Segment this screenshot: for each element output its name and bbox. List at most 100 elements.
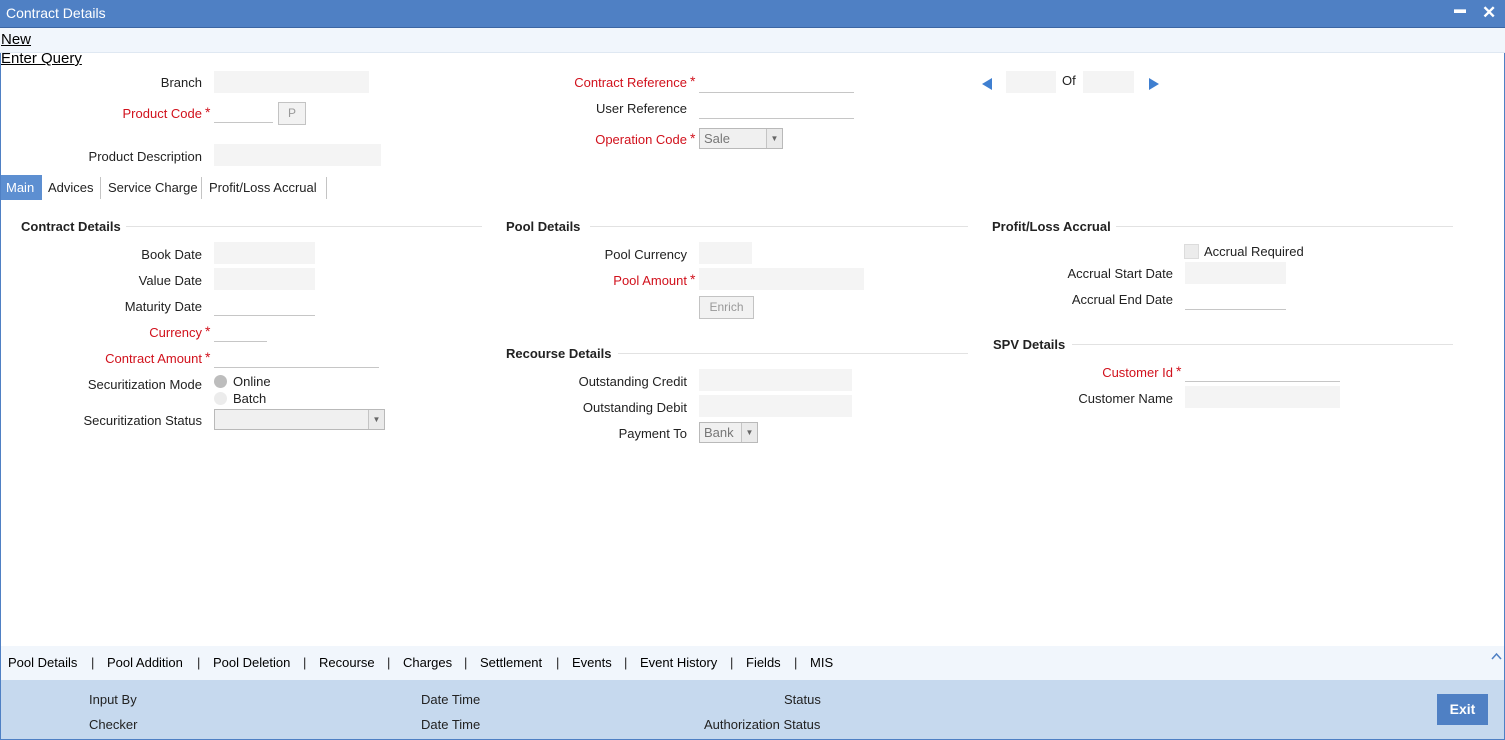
required-marker: * xyxy=(690,130,696,146)
branch-input[interactable] xyxy=(214,71,369,93)
operation-code-value: Sale xyxy=(704,131,731,146)
payment-to-select[interactable]: Bank ▼ xyxy=(699,422,758,443)
minimize-icon[interactable]: ▬ xyxy=(1454,2,1466,16)
event-history-link[interactable]: Event History xyxy=(640,655,717,670)
window-title-bar: Contract Details ▬ ✕ xyxy=(0,0,1505,28)
link-separator: | xyxy=(303,655,307,670)
customer-id-label: Customer Id xyxy=(1102,365,1173,380)
section-divider xyxy=(590,226,968,227)
subsystem-bar: Pool Details | Pool Addition | Pool Dele… xyxy=(1,646,1504,680)
link-separator: | xyxy=(197,655,201,670)
section-divider xyxy=(618,353,968,354)
customer-id-input[interactable] xyxy=(1185,360,1340,382)
pool-currency-input[interactable] xyxy=(699,242,752,264)
link-separator: | xyxy=(794,655,798,670)
accrual-required-checkbox[interactable] xyxy=(1184,244,1199,259)
outstanding-debit-input[interactable] xyxy=(699,395,852,417)
book-date-input[interactable] xyxy=(214,242,315,264)
enrich-button[interactable]: Enrich xyxy=(699,296,754,319)
batch-label: Batch xyxy=(233,391,267,406)
checker-label: Checker xyxy=(89,717,138,732)
tab-profit-loss-accrual[interactable]: Profit/Loss Accrual xyxy=(209,175,317,200)
mis-link[interactable]: MIS xyxy=(810,655,833,670)
payment-to-label: Payment To xyxy=(618,426,687,441)
link-separator: | xyxy=(556,655,560,670)
payment-to-value: Bank xyxy=(704,425,734,440)
required-marker: * xyxy=(205,323,211,339)
next-record-icon[interactable] xyxy=(1148,77,1160,91)
tab-advices[interactable]: Advices xyxy=(48,175,94,200)
settlement-link[interactable]: Settlement xyxy=(480,655,542,670)
maturity-date-input[interactable] xyxy=(214,294,315,316)
tab-main[interactable]: Main xyxy=(1,175,42,200)
outstanding-credit-label: Outstanding Credit xyxy=(578,374,687,389)
contract-reference-input[interactable] xyxy=(699,71,854,93)
accrual-start-date-label: Accrual Start Date xyxy=(1067,266,1174,281)
date-time-label: Date Time xyxy=(421,692,481,707)
securitization-mode-label: Securitization Mode xyxy=(87,377,202,392)
securitization-status-label: Securitization Status xyxy=(83,413,202,428)
section-divider xyxy=(126,226,482,227)
pool-deletion-link[interactable]: Pool Deletion xyxy=(213,655,290,670)
outstanding-credit-input[interactable] xyxy=(699,369,852,391)
pool-details-link[interactable]: Pool Details xyxy=(8,655,77,670)
link-separator: | xyxy=(91,655,95,670)
required-marker: * xyxy=(205,104,211,120)
book-date-label: Book Date xyxy=(141,247,202,262)
user-reference-input[interactable] xyxy=(699,97,854,119)
pool-amount-input[interactable] xyxy=(699,268,864,290)
customer-name-input[interactable] xyxy=(1185,386,1340,408)
product-code-label: Product Code xyxy=(122,106,203,121)
required-marker: * xyxy=(1176,363,1182,379)
section-divider xyxy=(1116,226,1453,227)
operation-code-select[interactable]: Sale ▼ xyxy=(699,128,783,149)
value-date-label: Value Date xyxy=(138,273,202,288)
events-link[interactable]: Events xyxy=(572,655,612,670)
securitization-status-select[interactable]: ▼ xyxy=(214,409,385,430)
required-marker: * xyxy=(690,73,696,89)
chevron-down-icon: ▼ xyxy=(368,410,384,429)
of-label: Of xyxy=(1062,73,1076,88)
contract-amount-input[interactable] xyxy=(214,346,379,368)
user-reference-label: User Reference xyxy=(595,101,687,116)
accrual-end-date-input[interactable] xyxy=(1185,288,1286,310)
value-date-input[interactable] xyxy=(214,268,315,290)
product-lookup-button[interactable]: P xyxy=(278,102,306,125)
pool-currency-label: Pool Currency xyxy=(604,247,687,262)
recourse-link[interactable]: Recourse xyxy=(319,655,375,670)
link-separator: | xyxy=(464,655,468,670)
batch-radio[interactable] xyxy=(214,392,227,405)
spv-details-heading: SPV Details xyxy=(993,337,1066,352)
chevron-down-icon: ▼ xyxy=(766,129,782,148)
close-icon[interactable]: ✕ xyxy=(1482,3,1496,23)
accrual-start-date-input[interactable] xyxy=(1185,262,1286,284)
chevron-down-icon: ▼ xyxy=(741,423,757,442)
total-records-input[interactable] xyxy=(1083,71,1134,93)
tab-separator xyxy=(201,177,202,199)
tab-service-charge[interactable]: Service Charge xyxy=(108,175,198,200)
tab-separator xyxy=(326,177,327,199)
input-by-label: Input By xyxy=(89,692,137,707)
section-divider xyxy=(1072,344,1453,345)
link-separator: | xyxy=(624,655,628,670)
online-radio[interactable] xyxy=(214,375,227,388)
product-code-input[interactable] xyxy=(214,101,273,123)
status-label: Status xyxy=(784,692,821,707)
current-record-input[interactable] xyxy=(1006,71,1056,93)
new-link[interactable]: New xyxy=(1,31,31,48)
pool-details-heading: Pool Details xyxy=(506,219,581,234)
charges-link[interactable]: Charges xyxy=(403,655,452,670)
currency-input[interactable] xyxy=(214,320,267,342)
fields-link[interactable]: Fields xyxy=(746,655,781,670)
enter-query-link[interactable]: Enter Query xyxy=(1,50,82,67)
pool-addition-link[interactable]: Pool Addition xyxy=(107,655,183,670)
contract-reference-label: Contract Reference xyxy=(574,75,687,90)
product-description-input[interactable] xyxy=(214,144,381,166)
maturity-date-label: Maturity Date xyxy=(124,299,202,314)
link-separator: | xyxy=(730,655,734,670)
chevron-up-icon[interactable] xyxy=(1491,652,1502,660)
accrual-end-date-label: Accrual End Date xyxy=(1071,292,1173,307)
exit-button[interactable]: Exit xyxy=(1437,694,1488,725)
previous-record-icon[interactable] xyxy=(981,77,993,91)
checker-date-time-label: Date Time xyxy=(421,717,481,732)
